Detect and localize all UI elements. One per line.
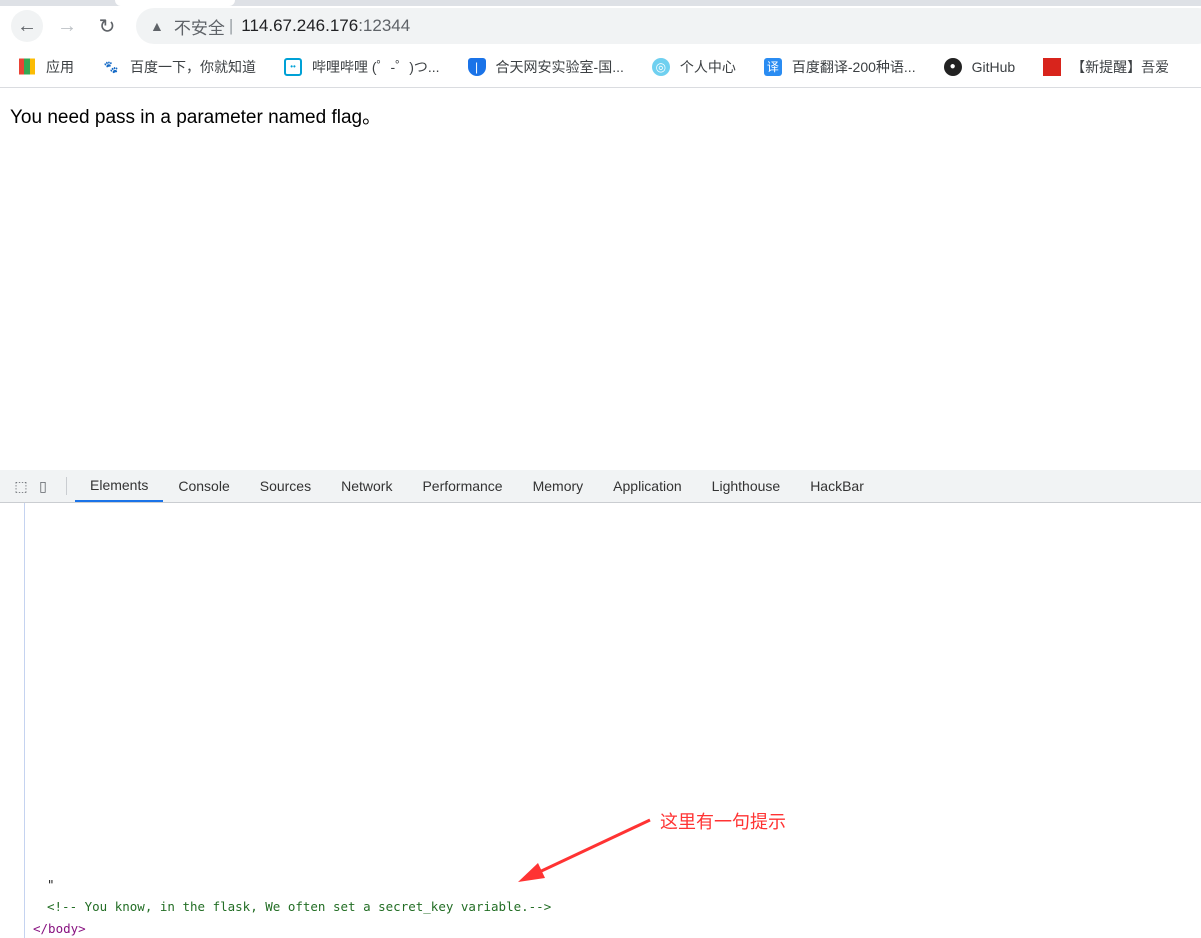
- arrow-shaft: [534, 818, 651, 876]
- arrow-head-icon: [518, 863, 545, 882]
- annotation-text: 这里有一句提示: [660, 812, 786, 832]
- annotation-arrow: [518, 818, 651, 882]
